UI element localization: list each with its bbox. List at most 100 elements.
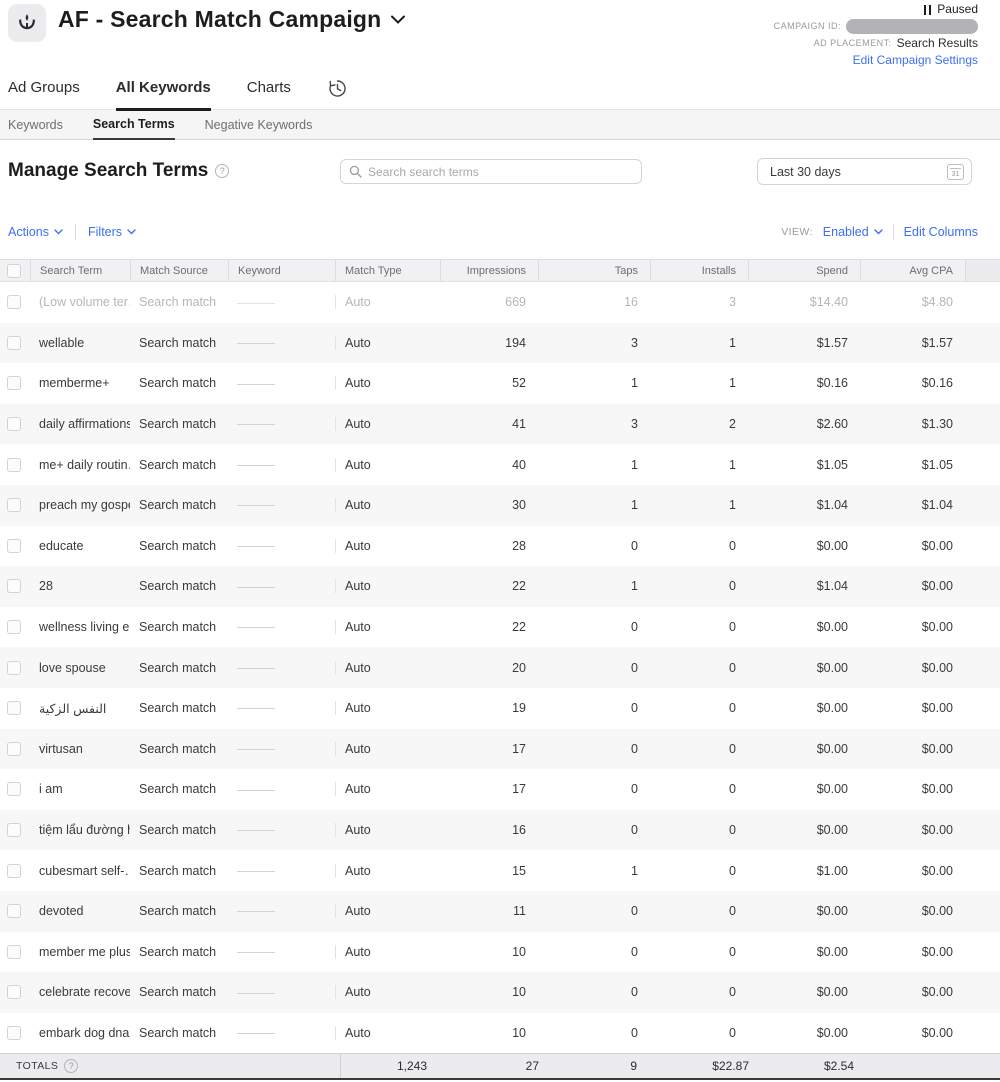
- col-search-term[interactable]: Search Term: [30, 260, 130, 281]
- row-checkbox[interactable]: [7, 538, 21, 553]
- select-all-checkbox[interactable]: [7, 263, 21, 278]
- taps-cell: 0: [631, 701, 638, 716]
- search-terms-searchbar[interactable]: [340, 159, 642, 184]
- row-checkbox[interactable]: [7, 863, 21, 878]
- date-range-picker[interactable]: Last 30 days 31: [757, 158, 972, 185]
- match-type-cell: Auto: [335, 417, 440, 432]
- installs-cell: 1: [729, 376, 736, 391]
- main-tabs: Ad Groups All Keywords Charts: [0, 70, 1000, 111]
- keyword-empty-dash: [237, 952, 275, 953]
- edit-campaign-settings-link[interactable]: Edit Campaign Settings: [853, 53, 978, 68]
- match-type-cell: Auto: [335, 498, 440, 513]
- row-checkbox[interactable]: [7, 579, 21, 594]
- keyword-empty-dash: [237, 424, 275, 426]
- installs-cell: 3: [729, 295, 736, 310]
- spend-cell: $0.00: [816, 944, 848, 959]
- spend-cell: $0.00: [816, 823, 848, 838]
- col-taps[interactable]: Taps: [538, 260, 650, 281]
- campaign-title-dropdown[interactable]: AF - Search Match Campaign: [58, 6, 406, 33]
- row-checkbox[interactable]: [7, 904, 21, 919]
- row-checkbox[interactable]: [7, 944, 21, 959]
- tab-charts[interactable]: Charts: [247, 79, 291, 109]
- row-checkbox[interactable]: [7, 295, 21, 310]
- keyword-cell: [228, 864, 335, 878]
- col-keyword[interactable]: Keyword: [228, 260, 335, 281]
- row-checkbox[interactable]: [7, 823, 21, 838]
- match-type-cell: Auto: [335, 335, 440, 350]
- help-icon[interactable]: ?: [215, 164, 230, 178]
- row-checkbox[interactable]: [7, 335, 21, 350]
- row-checkbox[interactable]: [7, 417, 21, 432]
- filters-dropdown[interactable]: Filters: [88, 225, 136, 239]
- search-term-cell: preach my gospel: [39, 498, 130, 513]
- taps-cell: 1: [631, 376, 638, 391]
- impressions-cell: 22: [512, 620, 526, 635]
- search-term-cell: celebrate recove…: [39, 985, 130, 1000]
- installs-cell: 0: [729, 538, 736, 553]
- edit-columns-button[interactable]: Edit Columns: [904, 225, 978, 239]
- table-row: memberme+ Search match Auto 52 1 1 $0.16…: [0, 363, 1000, 404]
- table-body: (Low volume ter… Search match Auto 669 1…: [0, 282, 1000, 1054]
- avg-cpa-cell: $0.00: [921, 823, 953, 838]
- keyword-empty-dash: [237, 302, 275, 304]
- taps-cell: 16: [624, 295, 638, 310]
- calendar-icon: 31: [947, 163, 964, 180]
- row-checkbox[interactable]: [7, 376, 21, 391]
- view-enabled-dropdown[interactable]: Enabled: [823, 225, 883, 239]
- spend-cell: $2.60: [816, 417, 848, 432]
- subtab-negative-keywords[interactable]: Negative Keywords: [205, 110, 313, 139]
- subtab-keywords[interactable]: Keywords: [8, 110, 63, 139]
- table-row: النفس الزكية Search match Auto 19 0 0 $0…: [0, 687, 1000, 729]
- tab-all-keywords[interactable]: All Keywords: [115, 79, 211, 111]
- taps-cell: 1: [631, 457, 638, 472]
- match-type-cell: Auto: [335, 538, 440, 553]
- col-installs[interactable]: Installs: [650, 260, 748, 281]
- row-checkbox[interactable]: [7, 620, 21, 635]
- row-checkbox[interactable]: [7, 660, 21, 675]
- keyword-cell: [228, 376, 335, 390]
- keyword-empty-dash: [237, 789, 275, 791]
- actions-dropdown[interactable]: Actions: [8, 225, 63, 239]
- tab-ad-groups[interactable]: Ad Groups: [8, 79, 80, 109]
- totals-help-icon[interactable]: ?: [64, 1059, 79, 1074]
- avg-cpa-cell: $1.57: [921, 335, 953, 350]
- match-type-cell: Auto: [335, 457, 440, 472]
- row-checkbox[interactable]: [7, 498, 21, 513]
- installs-cell: 1: [729, 498, 736, 513]
- row-checkbox[interactable]: [7, 741, 21, 756]
- row-checkbox[interactable]: [7, 457, 21, 472]
- row-checkbox[interactable]: [7, 985, 21, 1000]
- row-checkbox[interactable]: [7, 782, 21, 797]
- installs-cell: 1: [729, 457, 736, 472]
- sub-tabs: Keywords Search Terms Negative Keywords: [0, 110, 1000, 140]
- date-range-value: Last 30 days: [770, 164, 841, 179]
- keyword-empty-dash: [237, 546, 275, 548]
- table-row: celebrate recove… Search match Auto 10 0…: [0, 972, 1000, 1013]
- match-type-cell: Auto: [335, 904, 440, 919]
- history-button[interactable]: [327, 78, 348, 109]
- row-checkbox-cell: [0, 904, 30, 919]
- keyword-cell: [228, 1026, 335, 1040]
- row-checkbox[interactable]: [7, 1025, 21, 1040]
- col-impressions[interactable]: Impressions: [440, 260, 538, 281]
- chevron-down-icon: [391, 15, 406, 24]
- avg-cpa-cell: $0.16: [921, 376, 953, 391]
- keyword-empty-dash: [237, 627, 275, 629]
- filters-label: Filters: [88, 225, 123, 239]
- subtab-search-terms[interactable]: Search Terms: [92, 110, 175, 140]
- impressions-cell: 10: [512, 985, 526, 1000]
- impressions-cell: 20: [512, 660, 526, 675]
- totals-installs: 9: [630, 1059, 637, 1074]
- campaign-meta: Paused CAMPAIGN ID: AD PLACEMENT: Search…: [774, 2, 978, 68]
- spend-cell: $14.40: [809, 295, 848, 310]
- chevron-down-icon: [54, 229, 63, 235]
- row-checkbox[interactable]: [7, 701, 21, 716]
- app-icon: [8, 4, 46, 42]
- taps-cell: 0: [631, 620, 638, 635]
- col-avg-cpa[interactable]: Avg CPA: [860, 260, 965, 281]
- col-match-type[interactable]: Match Type: [335, 260, 440, 281]
- search-input[interactable]: [368, 164, 633, 179]
- col-match-source[interactable]: Match Source: [130, 260, 228, 281]
- col-spend[interactable]: Spend: [748, 260, 860, 281]
- taps-cell: 3: [631, 335, 638, 350]
